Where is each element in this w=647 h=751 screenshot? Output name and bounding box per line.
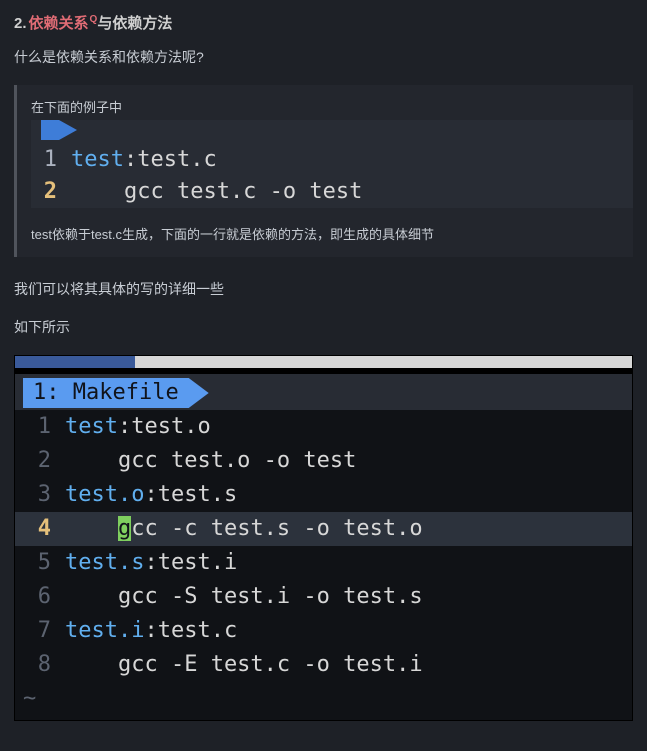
line-number: 6 — [15, 580, 65, 614]
blockquote-caption: 在下面的例子中 — [31, 97, 633, 116]
editor-cursor: g — [118, 516, 131, 541]
code-line: 4 gcc -c test.s -o test.o — [15, 512, 632, 546]
code-content: test.i:test.c — [65, 614, 632, 648]
heading-number: 2. — [14, 15, 27, 32]
titlebar-segment-inactive — [135, 356, 632, 368]
code-block-1: 1test:test.c2 gcc test.c -o test — [31, 120, 633, 208]
code-line: 7test.i:test.c — [15, 614, 632, 648]
line-number: 3 — [15, 478, 65, 512]
editor-tab-truncated — [41, 120, 77, 140]
code-line: 1test:test.o — [15, 410, 632, 444]
heading-tail: 与依赖方法 — [97, 15, 172, 32]
editor-tabrow: 1: Makefile — [15, 374, 632, 410]
code-content: gcc -E test.c -o test.i — [65, 648, 632, 682]
line-number: 1 — [31, 144, 71, 176]
line-number: 8 — [15, 648, 65, 682]
code-line: 1test:test.c — [31, 144, 633, 176]
code-content: test:test.c — [71, 144, 217, 176]
heading-highlight: 依赖关系 — [29, 15, 89, 32]
editor-titlebar — [15, 356, 632, 374]
intro-paragraph: 什么是依赖关系和依赖方法呢? — [14, 47, 633, 67]
line-number: 1 — [15, 410, 65, 444]
titlebar-segment-active — [15, 356, 135, 368]
code-content: gcc test.c -o test — [71, 176, 362, 208]
paragraph-detail: 我们可以将其具体的写的详细一些 — [14, 279, 633, 299]
code-line: 8 gcc -E test.c -o test.i — [15, 648, 632, 682]
editor-tilde: ~ — [15, 682, 632, 716]
editor-body: 1: Makefile 1test:test.o2 gcc test.o -o … — [15, 374, 632, 720]
blockquote-note: test依赖于test.c生成，下面的一行就是依赖的方法，即生成的具体细节 — [31, 224, 633, 243]
code-line: 5test.s:test.i — [15, 546, 632, 580]
line-number: 5 — [15, 546, 65, 580]
code-line: 6 gcc -S test.i -o test.s — [15, 580, 632, 614]
code-content: test.o:test.s — [65, 478, 632, 512]
code-content: test:test.o — [65, 410, 632, 444]
code-line: 2 gcc test.o -o test — [15, 444, 632, 478]
line-number: 7 — [15, 614, 65, 648]
code-content: test.s:test.i — [65, 546, 632, 580]
code-block-2: 1: Makefile 1test:test.o2 gcc test.o -o … — [14, 355, 633, 721]
line-number: 4 — [15, 512, 65, 546]
line-number: 2 — [15, 444, 65, 478]
example-blockquote: 在下面的例子中 1test:test.c2 gcc test.c -o test… — [14, 85, 633, 257]
code-line: 3test.o:test.s — [15, 478, 632, 512]
code-content: gcc test.o -o test — [65, 444, 632, 478]
code-content: gcc -c test.s -o test.o — [65, 512, 632, 546]
section-heading: 2.依赖关系Q与依赖方法 — [14, 12, 633, 33]
editor-tab: 1: Makefile — [23, 378, 209, 408]
code-line: 2 gcc test.c -o test — [31, 176, 633, 208]
code-content: gcc -S test.i -o test.s — [65, 580, 632, 614]
line-number: 2 — [31, 176, 71, 208]
paragraph-as-follows: 如下所示 — [14, 317, 633, 337]
